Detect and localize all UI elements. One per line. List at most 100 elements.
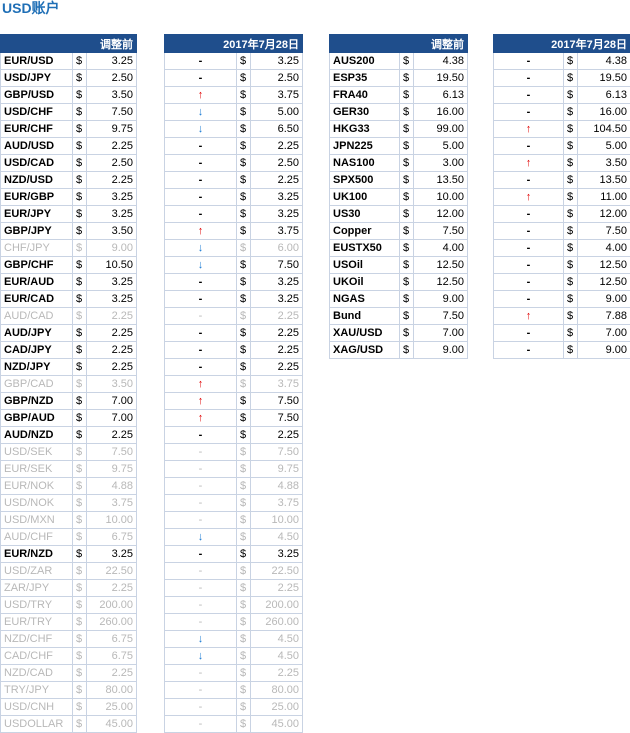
symbol-cell: GBP/AUD <box>1 410 73 427</box>
currency-cell: $ <box>237 716 251 733</box>
currency-cell: $ <box>237 257 251 274</box>
table-row: -$2.25 <box>165 308 303 325</box>
after-value-cell: 22.50 <box>251 563 303 580</box>
currency-cell: $ <box>73 257 87 274</box>
currency-cell: $ <box>73 478 87 495</box>
currency-cell: $ <box>564 70 578 87</box>
after-value-cell: 2.50 <box>251 155 303 172</box>
currency-cell: $ <box>564 206 578 223</box>
table-row: EUSTX50$4.00 <box>330 240 468 257</box>
table-row: GBP/CHF$10.50 <box>1 257 137 274</box>
symbol-cell: CHF/JPY <box>1 240 73 257</box>
table-row: SPX500$13.50 <box>330 172 468 189</box>
before-value-cell: 2.25 <box>87 172 137 189</box>
header-before: 调整前 <box>73 35 137 53</box>
table-row: ↑$104.50 <box>494 121 630 138</box>
before-value-cell: 16.00 <box>414 104 468 121</box>
after-value-cell: 7.00 <box>578 325 630 342</box>
table-row: EUR/NZD$3.25 <box>1 546 137 563</box>
table-row: -$12.50 <box>494 257 630 274</box>
symbol-cell: USD/CAD <box>1 155 73 172</box>
symbol-cell: NZD/USD <box>1 172 73 189</box>
no-change-indicator: - <box>165 563 237 580</box>
currency-cell: $ <box>237 70 251 87</box>
after-value-cell: 9.00 <box>578 342 630 359</box>
before-value-cell: 7.00 <box>414 325 468 342</box>
table-row: TRY/JPY$80.00 <box>1 682 137 699</box>
before-value-cell: 9.75 <box>87 461 137 478</box>
currency-cell: $ <box>237 155 251 172</box>
after-value-cell: 4.50 <box>251 631 303 648</box>
symbol-cell: USDOLLAR <box>1 716 73 733</box>
before-value-cell: 3.75 <box>87 495 137 512</box>
symbol-cell: EUR/NOK <box>1 478 73 495</box>
symbol-cell: Copper <box>330 223 400 240</box>
currency-cell: $ <box>237 529 251 546</box>
symbol-cell: EUR/NZD <box>1 546 73 563</box>
before-value-cell: 6.75 <box>87 631 137 648</box>
table-row: ↓$4.50 <box>165 648 303 665</box>
after-value-cell: 7.88 <box>578 308 630 325</box>
table-row: AUD/JPY$2.25 <box>1 325 137 342</box>
before-value-cell: 3.25 <box>87 206 137 223</box>
symbol-cell: CAD/JPY <box>1 342 73 359</box>
table-row: USD/SEK$7.50 <box>1 444 137 461</box>
no-change-indicator: - <box>494 172 564 189</box>
symbol-cell: EUR/SEK <box>1 461 73 478</box>
currency-cell: $ <box>237 393 251 410</box>
table-row: GBP/JPY$3.50 <box>1 223 137 240</box>
before-value-cell: 200.00 <box>87 597 137 614</box>
table-row: -$12.00 <box>494 206 630 223</box>
after-value-cell: 7.50 <box>251 393 303 410</box>
arrow-down-icon: ↓ <box>165 631 237 648</box>
currency-cell: $ <box>400 189 414 206</box>
table-row: -$7.50 <box>165 444 303 461</box>
symbol-cell: USOil <box>330 257 400 274</box>
before-value-cell: 6.75 <box>87 529 137 546</box>
currency-cell: $ <box>73 648 87 665</box>
after-value-cell: 9.00 <box>578 291 630 308</box>
table-row: US30$12.00 <box>330 206 468 223</box>
arrow-up-icon: ↑ <box>165 223 237 240</box>
currency-cell: $ <box>73 699 87 716</box>
no-change-indicator: - <box>165 682 237 699</box>
currency-cell: $ <box>400 70 414 87</box>
cfd-before-table: 调整前 AUS200$4.38ESP35$19.50FRA40$6.13GER3… <box>329 34 468 359</box>
table-row: UKOil$12.50 <box>330 274 468 291</box>
currency-cell: $ <box>237 461 251 478</box>
currency-cell: $ <box>400 206 414 223</box>
symbol-cell: AUS200 <box>330 53 400 70</box>
no-change-indicator: - <box>165 478 237 495</box>
symbol-cell: XAG/USD <box>330 342 400 359</box>
before-value-cell: 7.50 <box>414 308 468 325</box>
currency-cell: $ <box>237 495 251 512</box>
table-row: -$12.50 <box>494 274 630 291</box>
table-row: -$3.25 <box>165 189 303 206</box>
currency-cell: $ <box>73 427 87 444</box>
currency-cell: $ <box>73 189 87 206</box>
header-date: 2017年7月28日 <box>165 35 303 53</box>
header-blank <box>1 35 73 53</box>
arrow-up-icon: ↑ <box>494 308 564 325</box>
table-row: AUD/NZD$2.25 <box>1 427 137 444</box>
symbol-cell: AUD/CHF <box>1 529 73 546</box>
symbol-cell: GER30 <box>330 104 400 121</box>
no-change-indicator: - <box>494 53 564 70</box>
table-row: EUR/CAD$3.25 <box>1 291 137 308</box>
currency-cell: $ <box>564 104 578 121</box>
currency-cell: $ <box>73 614 87 631</box>
before-value-cell: 80.00 <box>87 682 137 699</box>
currency-cell: $ <box>237 444 251 461</box>
before-value-cell: 12.50 <box>414 274 468 291</box>
currency-cell: $ <box>237 478 251 495</box>
symbol-cell: USD/MXN <box>1 512 73 529</box>
before-value-cell: 5.00 <box>414 138 468 155</box>
table-row: CHF/JPY$9.00 <box>1 240 137 257</box>
symbol-cell: NGAS <box>330 291 400 308</box>
after-value-cell: 2.25 <box>251 665 303 682</box>
currency-cell: $ <box>73 172 87 189</box>
no-change-indicator: - <box>165 189 237 206</box>
currency-cell: $ <box>564 138 578 155</box>
table-row: -$2.25 <box>165 427 303 444</box>
currency-cell: $ <box>73 546 87 563</box>
